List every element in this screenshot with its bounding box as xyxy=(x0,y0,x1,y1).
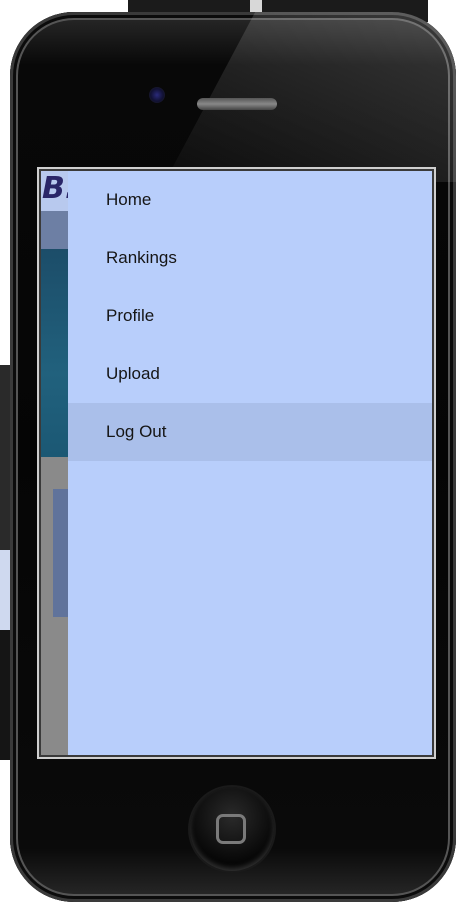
nav-item-label: Profile xyxy=(106,306,155,325)
nav-item-profile[interactable]: Profile xyxy=(68,287,432,345)
app-content-behind-drawer: B. xyxy=(41,171,76,755)
earpiece-speaker xyxy=(197,98,277,110)
app-subheader xyxy=(41,211,68,249)
navigation-drawer: Home Rankings Profile Upload Log Out xyxy=(68,171,432,755)
phone-glare xyxy=(164,12,456,182)
nav-item-label: Rankings xyxy=(106,248,177,267)
nav-item-log-out[interactable]: Log Out xyxy=(68,403,432,461)
nav-item-label: Home xyxy=(106,190,152,209)
nav-item-rankings[interactable]: Rankings xyxy=(68,229,432,287)
nav-item-home[interactable]: Home xyxy=(68,171,432,229)
home-button-square-icon xyxy=(216,814,246,844)
nav-menu: Home Rankings Profile Upload Log Out xyxy=(68,171,432,461)
app-hero-banner xyxy=(41,249,68,457)
phone-screen: B. Home Rankings Profile Upload Log Out xyxy=(41,171,432,755)
front-camera-icon xyxy=(149,87,165,103)
nav-item-label: Upload xyxy=(106,364,160,383)
nav-item-upload[interactable]: Upload xyxy=(68,345,432,403)
app-card xyxy=(53,489,68,617)
nav-item-label: Log Out xyxy=(106,422,167,441)
app-header: B. xyxy=(41,171,76,211)
